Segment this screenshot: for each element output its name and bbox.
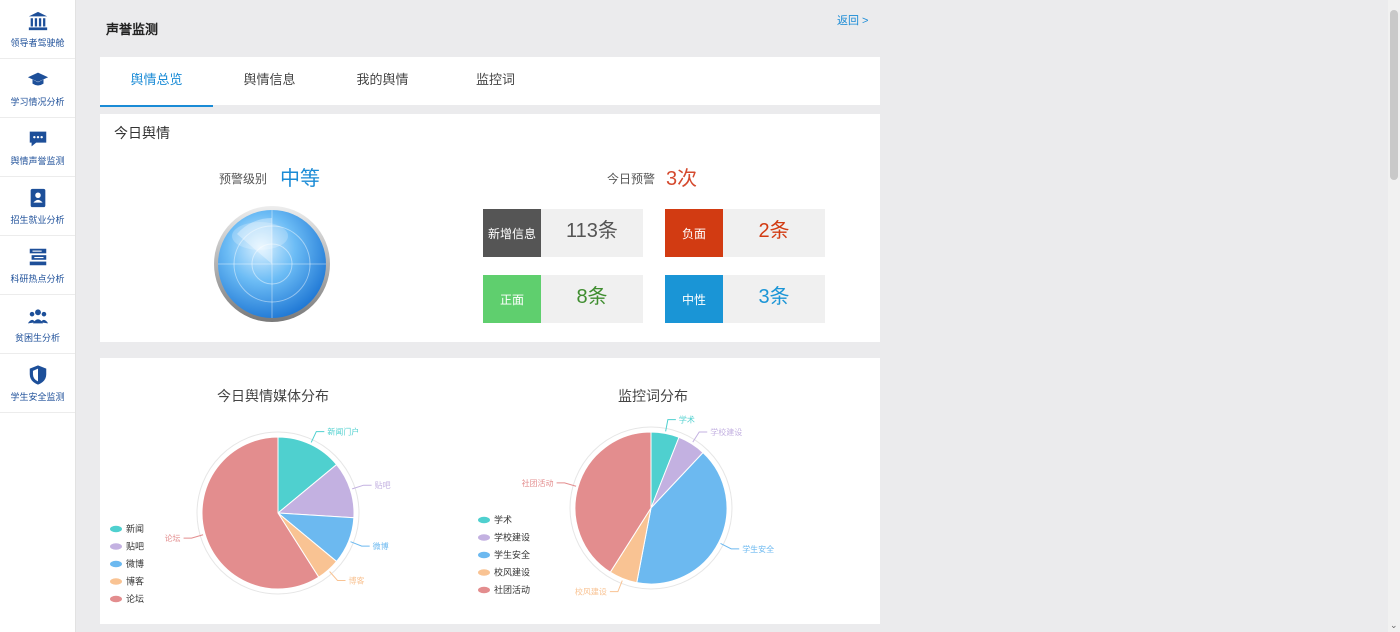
legend-marker [478, 534, 490, 541]
legend-label: 学术 [494, 514, 512, 525]
legend-label: 论坛 [126, 593, 144, 604]
legend-label: 社团活动 [494, 584, 530, 595]
pie-slice-label: 社团活动 [522, 478, 554, 488]
legend-marker [478, 586, 490, 594]
pie-slice-label: 贴吧 [375, 480, 391, 490]
legend-label: 新闻 [126, 523, 144, 534]
legend-marker [110, 595, 122, 603]
legend-label: 贴吧 [126, 541, 144, 552]
server-stack-icon [29, 248, 46, 265]
shield-icon [29, 364, 46, 385]
sidebar-item-research-analysis[interactable]: 科研热点分析 [0, 236, 75, 295]
sidebar-item-label: 学习情况分析 [10, 96, 65, 107]
warning-level-label: 预警级别 [219, 172, 268, 186]
sidebar: 领导者驾驶舱 学习情况分析 舆情声誉监测 招生就业分析 科研热点分析 贫困生分析… [0, 0, 76, 632]
stat-tag: 负面 [665, 209, 723, 257]
stat-value: 8条 [576, 286, 608, 308]
legend-marker [110, 560, 122, 568]
tab-monitor-words[interactable]: 监控词 [439, 57, 552, 105]
tab-bar: 舆情总览 舆情信息 我的舆情 监控词 [100, 57, 880, 107]
legend-marker [478, 569, 490, 576]
sidebar-item-label: 领导者驾驶舱 [10, 37, 65, 48]
sidebar-item-label: 招生就业分析 [10, 214, 65, 225]
sidebar-item-learning-analysis[interactable]: 学习情况分析 [0, 59, 75, 118]
legend-marker [110, 578, 122, 585]
legend-marker [110, 525, 122, 533]
pie-label-line [692, 431, 708, 443]
graduation-cap-icon [27, 72, 48, 85]
legend-label: 学生安全 [494, 549, 530, 560]
sidebar-item-safety-monitor[interactable]: 学生安全监测 [0, 354, 75, 413]
pie-slice-label: 学校建设 [710, 427, 742, 437]
pie-slice-label: 新闻门户 [327, 427, 359, 437]
stat-negative: 负面 2条 [665, 209, 825, 257]
stat-value: 3条 [758, 286, 790, 308]
stat-tag: 中性 [665, 275, 723, 323]
chat-bubble-icon [29, 131, 46, 146]
sidebar-item-label: 舆情声誉监测 [10, 155, 65, 166]
radar-icon [214, 206, 330, 322]
stat-tag: 正面 [483, 275, 541, 323]
legend-marker [110, 543, 122, 550]
stat-neutral: 中性 3条 [665, 275, 825, 323]
warning-level-value: 中等 [280, 168, 320, 190]
pie-slice-label: 微博 [373, 541, 389, 551]
page-title: 声誉监测 [106, 22, 159, 37]
sidebar-item-label: 科研热点分析 [10, 273, 65, 284]
sidebar-item-enrollment-analysis[interactable]: 招生就业分析 [0, 177, 75, 236]
person-badge-icon [30, 188, 45, 207]
tab-opinion-info[interactable]: 舆情信息 [213, 57, 326, 105]
legend-marker [478, 551, 490, 559]
scroll-down-arrow-icon[interactable]: ⌄ [1390, 620, 1398, 631]
distribution-charts-panel: 今日舆情媒体分布 监控词分布 新闻门户 贴吧 微博 博客 论坛 新闻 贴吧 微博 博客 论坛 学术学… [100, 358, 880, 624]
today-opinion-panel: 今日舆情 预警级别 中等 今日预警 3次 新增信息 113条 负面 2条 正面 … [100, 114, 880, 342]
stat-new-info: 新增信息 113条 [483, 209, 643, 257]
pie-slice-label: 校风建设 [575, 587, 607, 597]
stat-value: 113条 [566, 220, 618, 242]
today-alert-label: 今日预警 [607, 172, 656, 186]
stat-positive: 正面 8条 [483, 275, 643, 323]
tab-opinion-overview[interactable]: 舆情总览 [100, 57, 213, 107]
bank-icon [28, 11, 47, 30]
sidebar-item-leader-cockpit[interactable]: 领导者驾驶舱 [0, 0, 75, 59]
pie-slice-label: 论坛 [165, 533, 181, 543]
legend-label: 校风建设 [494, 567, 530, 578]
today-alert-value: 3次 [666, 168, 698, 190]
back-link[interactable]: 返回 > [837, 12, 868, 28]
legend-label: 学校建设 [494, 532, 530, 543]
sidebar-item-label: 学生安全监测 [10, 391, 65, 402]
scroll-thumb[interactable] [1390, 10, 1398, 180]
pie-label-line [310, 431, 325, 443]
scrollbar[interactable] [1388, 0, 1400, 632]
pie-slice-label: 博客 [349, 576, 365, 586]
panel-title: 今日舆情 [114, 125, 170, 141]
legend-marker [478, 516, 490, 524]
sidebar-item-label: 贫困生分析 [14, 332, 60, 343]
pie-slice-label: 学术 [679, 415, 695, 425]
legend-label: 微博 [126, 558, 144, 569]
stat-value: 2条 [758, 220, 790, 242]
sidebar-item-reputation-monitor[interactable]: 舆情声誉监测 [0, 118, 75, 177]
stat-tag: 新增信息 [483, 209, 541, 257]
group-icon [27, 308, 48, 323]
pie-slice-label: 学生安全 [742, 544, 774, 554]
legend-label: 博客 [126, 576, 144, 587]
sidebar-item-poverty-analysis[interactable]: 贫困生分析 [0, 295, 75, 354]
tab-my-opinion[interactable]: 我的舆情 [326, 57, 439, 105]
pie-label-line [609, 580, 623, 593]
pie-charts: 新闻门户贴吧微博博客论坛新闻贴吧微博博客论坛学术学校建设学生安全校风建设社团活动… [110, 415, 774, 604]
